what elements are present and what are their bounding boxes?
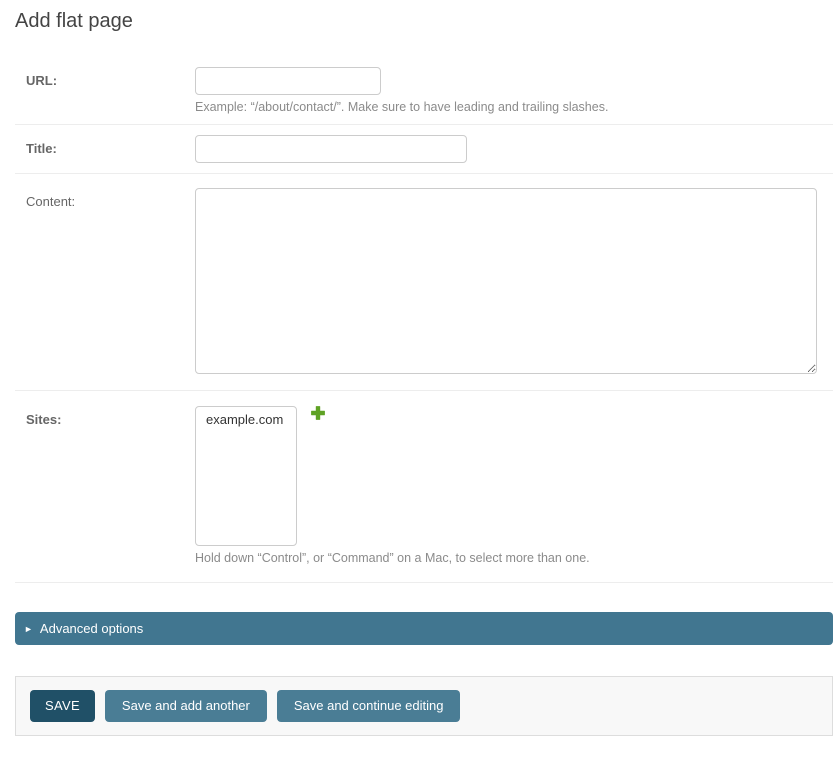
page-title: Add flat page: [15, 10, 833, 33]
title-label-col: Title:: [26, 135, 195, 156]
title-input[interactable]: [195, 135, 467, 163]
form-row-content: Content:: [15, 174, 833, 391]
advanced-options-section: ► Advanced options: [15, 612, 833, 645]
title-field-col: [195, 135, 833, 163]
content-label: Content:: [26, 194, 75, 209]
url-help-text: Example: “/about/contact/”. Make sure to…: [195, 100, 833, 115]
url-input[interactable]: [195, 67, 381, 95]
submit-row: SAVE Save and add another Save and conti…: [15, 676, 833, 736]
save-and-add-another-button[interactable]: Save and add another: [105, 690, 267, 722]
sites-widget: example.com: [195, 406, 833, 546]
sites-label: Sites:: [26, 412, 61, 427]
title-label: Title:: [26, 141, 57, 156]
sites-field-col: example.com Hold down “Control”, or “Com…: [195, 406, 833, 566]
sites-label-col: Sites:: [26, 406, 195, 427]
advanced-options-label: Advanced options: [40, 621, 143, 636]
form-row-title: Title:: [15, 125, 833, 174]
change-form: URL: Example: “/about/contact/”. Make su…: [15, 55, 833, 736]
add-site-plus-icon[interactable]: [310, 405, 326, 421]
sites-option[interactable]: example.com: [196, 407, 296, 431]
save-button[interactable]: SAVE: [30, 690, 95, 722]
main-fieldset: URL: Example: “/about/contact/”. Make su…: [15, 55, 833, 583]
form-row-url: URL: Example: “/about/contact/”. Make su…: [15, 55, 833, 125]
collapse-arrow-icon: ►: [24, 624, 33, 634]
content-field-col: [195, 188, 833, 374]
sites-help-text: Hold down “Control”, or “Command” on a M…: [195, 551, 833, 566]
url-field-col: Example: “/about/contact/”. Make sure to…: [195, 67, 833, 115]
flatpage-form: URL: Example: “/about/contact/”. Make su…: [15, 55, 833, 736]
content-label-col: Content:: [26, 188, 195, 209]
url-label: URL:: [26, 73, 57, 88]
advanced-options-toggle[interactable]: ► Advanced options: [15, 612, 833, 645]
save-and-continue-editing-button[interactable]: Save and continue editing: [277, 690, 461, 722]
sites-select[interactable]: example.com: [195, 406, 297, 546]
url-label-col: URL:: [26, 67, 195, 88]
plus-icon: [310, 405, 326, 421]
form-row-sites: Sites: example.com Hold down “Control: [15, 391, 833, 583]
content-textarea[interactable]: [195, 188, 817, 374]
